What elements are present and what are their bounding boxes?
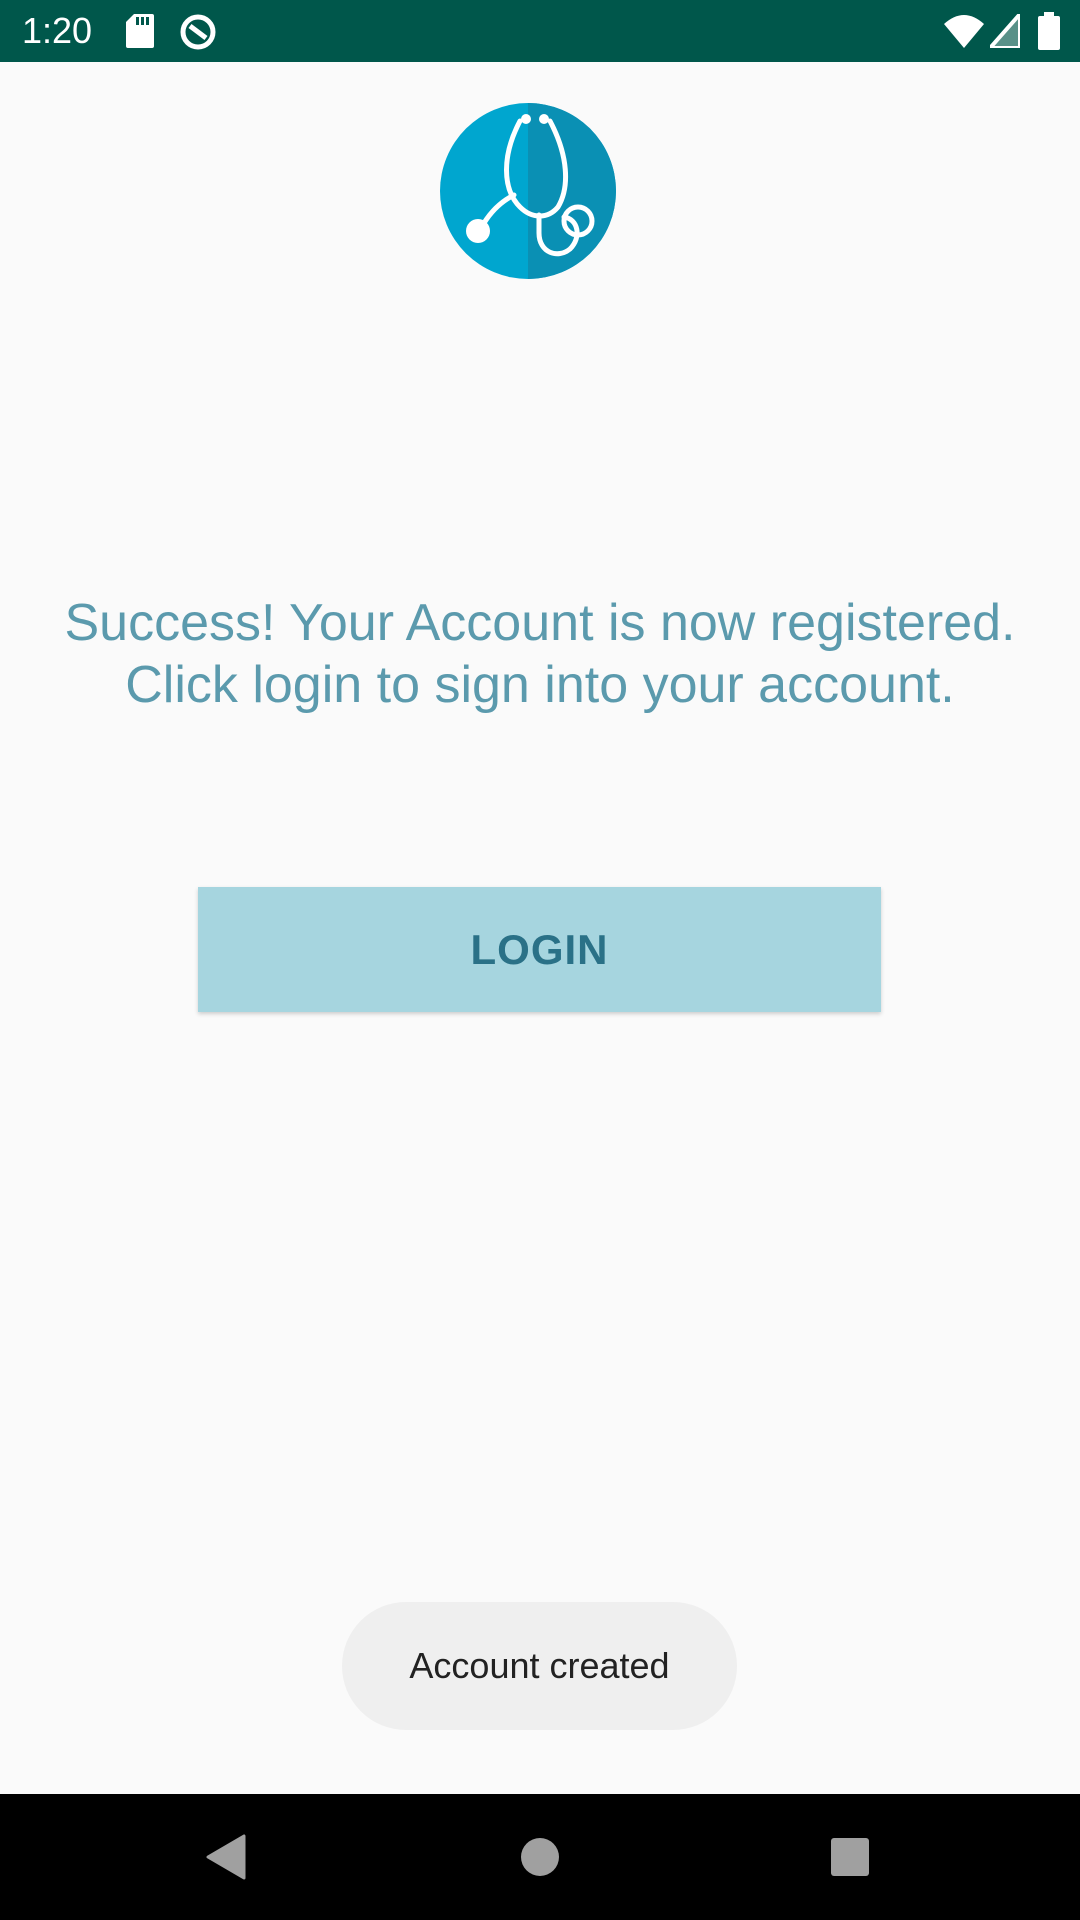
- back-button[interactable]: [166, 1794, 286, 1920]
- home-icon: [521, 1838, 559, 1876]
- home-button[interactable]: [480, 1794, 600, 1920]
- success-message-line2: Click login to sign into your account.: [125, 656, 955, 714]
- stethoscope-icon: [440, 103, 616, 279]
- recents-button[interactable]: [790, 1794, 910, 1920]
- wifi-icon: [944, 15, 984, 48]
- toast-text: Account created: [409, 1645, 670, 1686]
- status-bar: 1:20: [0, 0, 1080, 62]
- toast-message: Account created: [342, 1602, 737, 1730]
- battery-icon: [1038, 12, 1060, 50]
- navigation-bar: [0, 1794, 1080, 1920]
- back-icon: [206, 1834, 246, 1880]
- status-time: 1:20: [22, 10, 93, 51]
- recents-icon: [831, 1838, 869, 1876]
- cell-signal-icon: [990, 14, 1020, 48]
- login-button[interactable]: LOGIN: [198, 887, 881, 1012]
- data-saver-icon: [180, 14, 216, 50]
- success-screen: 1:20 Success! Your Account is now regist…: [0, 0, 1080, 1920]
- success-message-line1: Success! Your Account is now registered.: [64, 594, 1016, 652]
- sd-card-icon: [126, 14, 154, 48]
- success-message: Success! Your Account is now registered.…: [0, 592, 1080, 716]
